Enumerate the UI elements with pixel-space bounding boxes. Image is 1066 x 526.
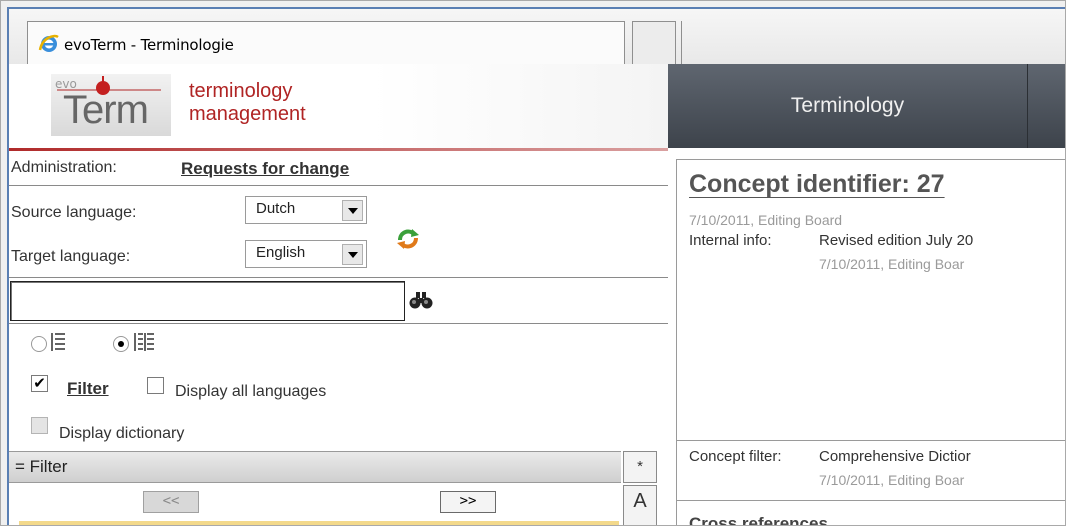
- requests-for-change-link[interactable]: Requests for change: [181, 159, 349, 179]
- logo-area: evo Term terminology management: [9, 64, 668, 151]
- internal-info-value: Revised edition July 20: [819, 232, 974, 249]
- filter-bar[interactable]: = Filter: [9, 451, 621, 483]
- source-language-select[interactable]: Dutch: [245, 196, 367, 224]
- internal-info-label: Internal info:: [689, 232, 772, 249]
- right-panel: Concept identifier: 27 7/10/2011, Editin…: [668, 151, 1065, 526]
- binoculars-icon[interactable]: [409, 290, 433, 310]
- chevron-down-icon: [342, 244, 363, 265]
- admin-label: Administration:: [11, 159, 117, 176]
- left-panel: Administration: Requests for change Sour…: [9, 151, 670, 525]
- ie-icon: [38, 34, 59, 52]
- chevron-down-icon: [342, 200, 363, 221]
- index-a-button[interactable]: A: [623, 485, 657, 525]
- source-language-value: Dutch: [256, 200, 296, 217]
- index-star-button[interactable]: *: [623, 451, 657, 483]
- two-column-icon: [134, 333, 154, 351]
- display-all-languages-checkbox[interactable]: [147, 377, 164, 394]
- filter-link[interactable]: Filter: [67, 379, 109, 399]
- admin-row: Administration: Requests for change: [9, 151, 668, 186]
- divider: [677, 440, 1065, 441]
- filter-bar-label: = Filter: [15, 457, 68, 476]
- nav-item-terminology[interactable]: Terminology: [668, 64, 1028, 148]
- browser-window: evoTerm - Terminologie evo Term terminol…: [0, 0, 1066, 526]
- logo-tagline-line2: management: [189, 103, 306, 125]
- concept-card: Concept identifier: 27 7/10/2011, Editin…: [676, 159, 1065, 526]
- target-language-value: English: [256, 244, 306, 261]
- two-column-radio[interactable]: [113, 336, 129, 352]
- logo-tagline: terminology management: [189, 80, 306, 126]
- target-language-select[interactable]: English: [245, 240, 367, 268]
- search-input[interactable]: [10, 281, 405, 321]
- concept-title: Concept identifier: 27: [689, 170, 945, 198]
- display-dictionary-label: Display dictionary: [59, 425, 185, 442]
- next-page-button[interactable]: >>: [440, 491, 496, 513]
- single-column-radio[interactable]: [31, 336, 47, 352]
- app-header: evo Term terminology management Terminol…: [9, 64, 1065, 151]
- language-row: Source language: Dutch Target language: …: [9, 186, 668, 278]
- concept-filter-value: Comprehensive Dictior: [819, 448, 971, 465]
- main-nav: Terminology: [668, 64, 1065, 148]
- logo-word: Term: [63, 88, 149, 132]
- browser-tab[interactable]: evoTerm - Terminologie: [27, 21, 625, 66]
- divider: [677, 500, 1065, 501]
- source-language-label: Source language:: [11, 204, 137, 221]
- concept-filter-meta: 7/10/2011, Editing Boar: [819, 472, 965, 488]
- logo-tagline-line1: terminology: [189, 80, 293, 102]
- internal-info-meta: 7/10/2011, Editing Boar: [819, 256, 965, 272]
- single-column-icon: [51, 333, 65, 351]
- result-row-highlight: [19, 521, 619, 525]
- target-language-label: Target language:: [11, 248, 131, 265]
- prev-page-button[interactable]: <<: [143, 491, 199, 513]
- tab-separator: [681, 21, 682, 65]
- display-all-languages-label: Display all languages: [175, 383, 327, 400]
- cross-references-heading: Cross references: [689, 514, 828, 526]
- new-tab-button[interactable]: [632, 21, 676, 66]
- concept-created-meta: 7/10/2011, Editing Board: [689, 212, 843, 228]
- tab-strip: evoTerm - Terminologie: [9, 9, 1065, 66]
- filter-checkbox[interactable]: ✔: [31, 375, 48, 392]
- tab-title: evoTerm - Terminologie: [64, 36, 234, 54]
- concept-filter-label: Concept filter:: [689, 448, 782, 465]
- search-row: [9, 278, 668, 324]
- swap-languages-icon[interactable]: [395, 226, 421, 252]
